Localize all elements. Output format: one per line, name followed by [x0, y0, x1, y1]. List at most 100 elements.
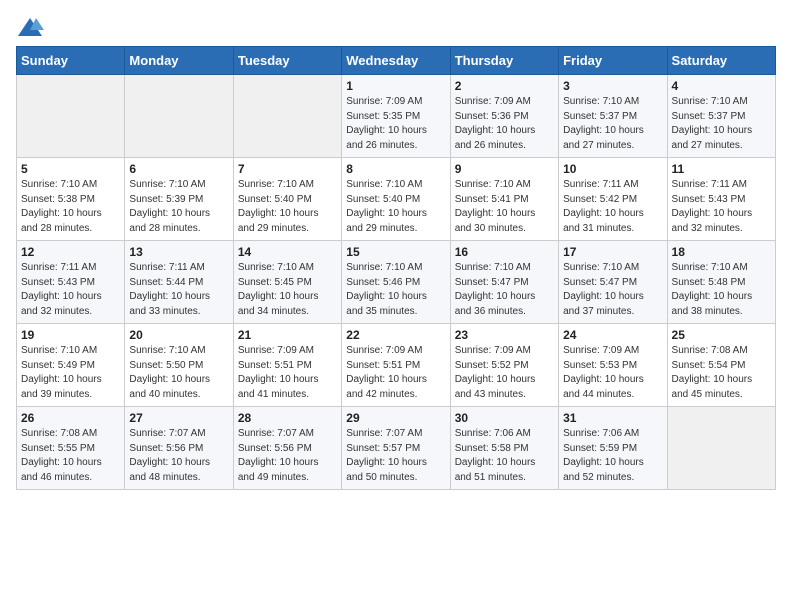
calendar-header-row: SundayMondayTuesdayWednesdayThursdayFrid… — [17, 47, 776, 75]
day-number: 31 — [563, 411, 662, 425]
calendar-cell: 6 Sunrise: 7:10 AMSunset: 5:39 PMDaylight… — [125, 158, 233, 241]
calendar-cell: 5 Sunrise: 7:10 AMSunset: 5:38 PMDaylight… — [17, 158, 125, 241]
calendar-cell: 15 Sunrise: 7:10 AMSunset: 5:46 PMDayligh… — [342, 241, 450, 324]
calendar-cell: 21Sunrise: 7:09 AMSunset: 5:51 PMDayligh… — [233, 324, 341, 407]
calendar-cell: 7 Sunrise: 7:10 AMSunset: 5:40 PMDaylight… — [233, 158, 341, 241]
day-number: 26 — [21, 411, 120, 425]
day-detail: Sunrise: 7:06 AMSunset: 5:59 PMDaylight:… — [563, 427, 662, 485]
day-detail: Sunrise: 7:09 AMSunset: 5:51 PMDaylight:… — [346, 344, 445, 402]
day-number: 2 — [455, 79, 554, 93]
day-number: 6 — [129, 162, 228, 176]
calendar-cell: 29Sunrise: 7:07 AMSunset: 5:57 PMDayligh… — [342, 407, 450, 490]
calendar-cell: 4Sunrise: 7:10 AMSunset: 5:37 PMDaylight… — [667, 75, 775, 158]
day-detail: Sunrise: 7:08 AMSunset: 5:55 PMDaylight:… — [21, 427, 120, 485]
day-detail: Sunrise: 7:10 AMSunset: 5:48 PMDaylight:… — [672, 261, 771, 319]
day-detail: Sunrise: 7:10 AMSunset: 5:39 PMDaylight:… — [129, 178, 228, 236]
calendar-week-2: 5 Sunrise: 7:10 AMSunset: 5:38 PMDaylight… — [17, 158, 776, 241]
day-detail: Sunrise: 7:11 AMSunset: 5:43 PMDaylight:… — [672, 178, 771, 236]
calendar-cell: 24 Sunrise: 7:09 AMSunset: 5:53 PMDayligh… — [559, 324, 667, 407]
day-number: 28 — [238, 411, 337, 425]
day-detail: Sunrise: 7:10 AMSunset: 5:41 PMDaylight:… — [455, 178, 554, 236]
calendar-week-1: 1Sunrise: 7:09 AMSunset: 5:35 PMDaylight… — [17, 75, 776, 158]
day-detail: Sunrise: 7:10 AMSunset: 5:45 PMDaylight:… — [238, 261, 337, 319]
header-day-monday: Monday — [125, 47, 233, 75]
day-number: 18 — [672, 245, 771, 259]
day-number: 25 — [672, 328, 771, 342]
calendar-cell — [233, 75, 341, 158]
day-detail: Sunrise: 7:10 AMSunset: 5:38 PMDaylight:… — [21, 178, 120, 236]
calendar-week-3: 12 Sunrise: 7:11 AMSunset: 5:43 PMDayligh… — [17, 241, 776, 324]
day-number: 24 — [563, 328, 662, 342]
day-detail: Sunrise: 7:11 AMSunset: 5:42 PMDaylight:… — [563, 178, 662, 236]
day-detail: Sunrise: 7:09 AMSunset: 5:52 PMDaylight:… — [455, 344, 554, 402]
calendar-cell: 27 Sunrise: 7:07 AMSunset: 5:56 PMDayligh… — [125, 407, 233, 490]
day-detail: Sunrise: 7:10 AMSunset: 5:50 PMDaylight:… — [129, 344, 228, 402]
day-number: 15 — [346, 245, 445, 259]
day-number: 13 — [129, 245, 228, 259]
day-detail: Sunrise: 7:10 AMSunset: 5:40 PMDaylight:… — [238, 178, 337, 236]
calendar-cell: 1Sunrise: 7:09 AMSunset: 5:35 PMDaylight… — [342, 75, 450, 158]
day-detail: Sunrise: 7:11 AMSunset: 5:43 PMDaylight:… — [21, 261, 120, 319]
day-number: 9 — [455, 162, 554, 176]
day-detail: Sunrise: 7:10 AMSunset: 5:37 PMDaylight:… — [672, 95, 771, 153]
day-number: 19 — [21, 328, 120, 342]
day-number: 11 — [672, 162, 771, 176]
day-detail: Sunrise: 7:10 AMSunset: 5:37 PMDaylight:… — [563, 95, 662, 153]
day-detail: Sunrise: 7:10 AMSunset: 5:47 PMDaylight:… — [563, 261, 662, 319]
calendar-cell: 12 Sunrise: 7:11 AMSunset: 5:43 PMDayligh… — [17, 241, 125, 324]
logo-icon — [16, 16, 44, 38]
day-detail: Sunrise: 7:09 AMSunset: 5:51 PMDaylight:… — [238, 344, 337, 402]
calendar-week-4: 19 Sunrise: 7:10 AMSunset: 5:49 PMDayligh… — [17, 324, 776, 407]
day-number: 23 — [455, 328, 554, 342]
day-number: 10 — [563, 162, 662, 176]
calendar-cell — [17, 75, 125, 158]
day-detail: Sunrise: 7:07 AMSunset: 5:56 PMDaylight:… — [129, 427, 228, 485]
day-detail: Sunrise: 7:10 AMSunset: 5:40 PMDaylight:… — [346, 178, 445, 236]
calendar-cell: 16 Sunrise: 7:10 AMSunset: 5:47 PMDayligh… — [450, 241, 558, 324]
calendar-cell: 28 Sunrise: 7:07 AMSunset: 5:56 PMDayligh… — [233, 407, 341, 490]
calendar-cell: 31 Sunrise: 7:06 AMSunset: 5:59 PMDayligh… — [559, 407, 667, 490]
header-day-friday: Friday — [559, 47, 667, 75]
header-day-sunday: Sunday — [17, 47, 125, 75]
calendar-cell: 26 Sunrise: 7:08 AMSunset: 5:55 PMDayligh… — [17, 407, 125, 490]
day-detail: Sunrise: 7:08 AMSunset: 5:54 PMDaylight:… — [672, 344, 771, 402]
calendar-cell: 13 Sunrise: 7:11 AMSunset: 5:44 PMDayligh… — [125, 241, 233, 324]
day-number: 22 — [346, 328, 445, 342]
header-day-wednesday: Wednesday — [342, 47, 450, 75]
calendar-cell: 10 Sunrise: 7:11 AMSunset: 5:42 PMDayligh… — [559, 158, 667, 241]
day-number: 29 — [346, 411, 445, 425]
day-detail: Sunrise: 7:09 AMSunset: 5:36 PMDaylight:… — [455, 95, 554, 153]
day-detail: Sunrise: 7:10 AMSunset: 5:47 PMDaylight:… — [455, 261, 554, 319]
calendar-cell: 19 Sunrise: 7:10 AMSunset: 5:49 PMDayligh… — [17, 324, 125, 407]
calendar-table: SundayMondayTuesdayWednesdayThursdayFrid… — [16, 46, 776, 490]
calendar-cell: 14Sunrise: 7:10 AMSunset: 5:45 PMDayligh… — [233, 241, 341, 324]
header-day-thursday: Thursday — [450, 47, 558, 75]
header-day-tuesday: Tuesday — [233, 47, 341, 75]
day-number: 5 — [21, 162, 120, 176]
calendar-cell: 22 Sunrise: 7:09 AMSunset: 5:51 PMDayligh… — [342, 324, 450, 407]
day-number: 27 — [129, 411, 228, 425]
day-detail: Sunrise: 7:07 AMSunset: 5:56 PMDaylight:… — [238, 427, 337, 485]
calendar-cell: 23 Sunrise: 7:09 AMSunset: 5:52 PMDayligh… — [450, 324, 558, 407]
day-number: 30 — [455, 411, 554, 425]
calendar-cell: 3Sunrise: 7:10 AMSunset: 5:37 PMDaylight… — [559, 75, 667, 158]
day-detail: Sunrise: 7:09 AMSunset: 5:35 PMDaylight:… — [346, 95, 445, 153]
calendar-cell: 2 Sunrise: 7:09 AMSunset: 5:36 PMDaylight… — [450, 75, 558, 158]
calendar-cell: 17Sunrise: 7:10 AMSunset: 5:47 PMDayligh… — [559, 241, 667, 324]
day-number: 16 — [455, 245, 554, 259]
day-detail: Sunrise: 7:11 AMSunset: 5:44 PMDaylight:… — [129, 261, 228, 319]
header — [16, 16, 776, 38]
calendar-cell: 20Sunrise: 7:10 AMSunset: 5:50 PMDayligh… — [125, 324, 233, 407]
calendar-cell: 30 Sunrise: 7:06 AMSunset: 5:58 PMDayligh… — [450, 407, 558, 490]
day-detail: Sunrise: 7:06 AMSunset: 5:58 PMDaylight:… — [455, 427, 554, 485]
calendar-week-5: 26 Sunrise: 7:08 AMSunset: 5:55 PMDayligh… — [17, 407, 776, 490]
calendar-cell — [125, 75, 233, 158]
calendar-cell: 11 Sunrise: 7:11 AMSunset: 5:43 PMDayligh… — [667, 158, 775, 241]
day-detail: Sunrise: 7:09 AMSunset: 5:53 PMDaylight:… — [563, 344, 662, 402]
calendar-cell — [667, 407, 775, 490]
day-number: 12 — [21, 245, 120, 259]
calendar-cell: 8Sunrise: 7:10 AMSunset: 5:40 PMDaylight… — [342, 158, 450, 241]
day-detail: Sunrise: 7:10 AMSunset: 5:49 PMDaylight:… — [21, 344, 120, 402]
day-number: 7 — [238, 162, 337, 176]
day-detail: Sunrise: 7:10 AMSunset: 5:46 PMDaylight:… — [346, 261, 445, 319]
